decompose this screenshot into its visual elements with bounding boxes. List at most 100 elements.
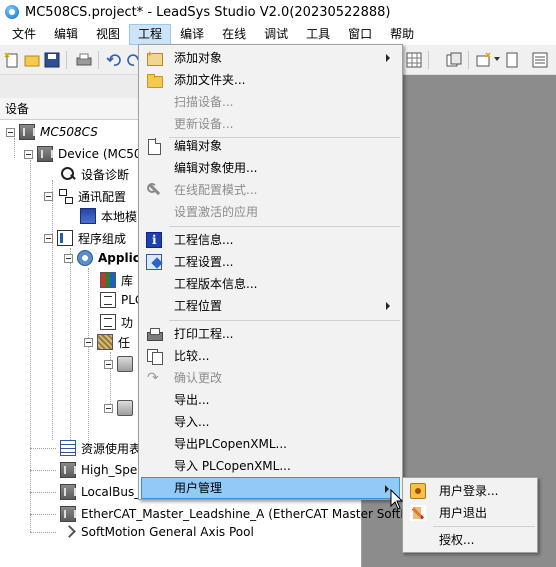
tree-item-program[interactable]: 程序组成 (44, 228, 126, 248)
tree-item-plc[interactable]: PLC (100, 290, 143, 310)
title-bar: MC508CS.project* - LeadSys Studio V2.0(2… (0, 0, 556, 24)
collapse-icon[interactable] (44, 233, 53, 243)
menu-tools[interactable]: 工具 (297, 24, 339, 45)
collapse-icon[interactable] (84, 337, 93, 347)
menu-item-user-management[interactable]: 用户管理 (141, 477, 400, 499)
collapse-icon[interactable] (64, 253, 73, 263)
task-icon (97, 334, 113, 350)
toolbar-list-icon[interactable] (532, 52, 548, 68)
tree-item-axis-pool[interactable]: SoftMotion General Axis Pool (60, 522, 254, 542)
toolbar-insert-icon[interactable] (476, 52, 492, 68)
library-icon (100, 272, 116, 288)
menu-item-add-folder[interactable]: 添加文件夹... (141, 69, 400, 91)
menu-item-online-config[interactable]: 在线配置模式... (141, 179, 400, 201)
tree-item-ethercat[interactable]: EtherCAT_Master_Leadshine_A (EtherCAT Ma… (60, 504, 418, 524)
toolbar-grid-icon[interactable] (406, 52, 422, 68)
app-logo-icon (4, 4, 20, 20)
menu-item-add-object[interactable]: 添加对象 (141, 44, 400, 69)
menu-item-project-location[interactable]: 工程位置 (141, 295, 400, 317)
menu-item-update-device[interactable]: 更新设备... (141, 113, 400, 135)
menu-help[interactable]: 帮助 (381, 24, 423, 45)
menu-item-export-plcopenxml[interactable]: 导出PLCopenXML... (141, 433, 400, 455)
stack-icon (117, 356, 133, 372)
tree-item-task-child-2[interactable] (104, 398, 138, 418)
toolbar-insert-dropdown-icon[interactable] (494, 57, 500, 61)
collapse-icon[interactable] (104, 403, 113, 413)
tree-item-task[interactable]: 任 (84, 332, 130, 352)
plc-icon (60, 462, 76, 478)
menu-item-confirm-changes[interactable]: 确认更改 (141, 367, 400, 389)
window-title: MC508CS.project* - LeadSys Studio V2.0(2… (25, 4, 391, 20)
menu-build[interactable]: 编译 (171, 24, 213, 45)
menu-file[interactable]: 文件 (3, 24, 45, 45)
edit-object-icon (146, 138, 162, 155)
toolbar-copy-icon[interactable] (446, 52, 462, 68)
menu-item-user-login[interactable]: 用户登录... (405, 480, 535, 502)
menu-item-set-active-app[interactable]: 设置激活的应用 (141, 201, 400, 223)
menu-item-edit-object-use[interactable]: 编辑对象使用... (141, 157, 400, 179)
menu-window[interactable]: 窗口 (339, 24, 381, 45)
toolbar-page-icon[interactable] (504, 52, 520, 68)
submenu-arrow-icon (386, 54, 390, 62)
menu-item-compare[interactable]: 比较... (141, 345, 400, 367)
confirm-icon (146, 367, 162, 389)
menu-project[interactable]: 工程 (129, 24, 172, 45)
save-icon[interactable] (44, 52, 60, 68)
print-icon[interactable] (76, 52, 92, 68)
menu-item-project-settings[interactable]: 工程设置... (141, 251, 400, 273)
undo-icon[interactable] (106, 52, 122, 68)
submenu-arrow-icon (386, 302, 390, 310)
menu-debug[interactable]: 调试 (255, 24, 297, 45)
menu-item-import[interactable]: 导入... (141, 411, 400, 433)
tree-item-local-module[interactable]: 本地模 (80, 206, 137, 226)
gear-icon (77, 250, 93, 266)
open-project-icon[interactable] (24, 52, 40, 68)
tree-item-resource-table[interactable]: 资源使用表 (60, 438, 141, 458)
new-project-icon[interactable] (4, 52, 20, 68)
axis-icon (60, 524, 76, 540)
menu-item-edit-object[interactable]: 编辑对象 (141, 135, 400, 157)
plc-icon (60, 484, 76, 500)
network-icon (57, 188, 73, 204)
tree-item-library[interactable]: 库 (100, 270, 133, 290)
plc-icon (37, 146, 53, 162)
tree-item-application[interactable]: Applic (64, 248, 140, 268)
menu-item-scan-devices[interactable]: 扫描设备... (141, 91, 400, 113)
tree-item-localbus[interactable]: LocalBus_M (60, 482, 151, 502)
tree-item-device[interactable]: Device (MC508) (24, 144, 154, 164)
collapse-icon[interactable] (24, 149, 33, 159)
resource-icon (60, 440, 76, 456)
stack-icon (117, 400, 133, 416)
collapse-icon[interactable] (44, 191, 53, 201)
menu-item-user-logout[interactable]: 用户退出 (405, 502, 535, 524)
folder-icon (146, 72, 163, 88)
info-icon (146, 232, 162, 248)
menu-item-authorization[interactable]: 授权... (405, 529, 535, 551)
add-object-icon (146, 44, 163, 66)
collapse-icon[interactable] (6, 127, 15, 137)
document-icon (100, 314, 116, 330)
menu-online[interactable]: 在线 (213, 24, 255, 45)
tree-item-comm-config[interactable]: 通讯配置 (44, 186, 126, 206)
collapse-icon[interactable] (104, 359, 113, 369)
menu-item-print-project[interactable]: 打印工程... (141, 323, 400, 345)
menu-edit[interactable]: 编辑 (45, 24, 87, 45)
program-icon (57, 230, 73, 246)
magnify-icon (60, 166, 76, 182)
menu-item-export[interactable]: 导出... (141, 389, 400, 411)
compare-icon (146, 348, 163, 365)
module-icon (80, 208, 96, 224)
menu-item-project-version[interactable]: 工程版本信息... (141, 273, 400, 295)
tree-item-project[interactable]: MC508CS (6, 122, 98, 142)
menu-item-project-info[interactable]: 工程信息... (141, 229, 400, 251)
tree-item-function[interactable]: 功 (100, 312, 133, 332)
settings-icon (146, 254, 162, 270)
plc-icon (60, 506, 76, 522)
tree-item-task-child-1[interactable] (104, 354, 138, 374)
menu-item-import-plcopenxml[interactable]: 导入 PLCopenXML... (141, 455, 400, 477)
wrench-icon (146, 182, 162, 198)
tree-item-diagnostics[interactable]: 设备诊断 (60, 164, 129, 184)
user-management-submenu: 用户登录... 用户退出 授权... (402, 477, 538, 553)
menu-view[interactable]: 视图 (87, 24, 129, 45)
menu-bar: 文件 编辑 视图 工程 编译 在线 调试 工具 窗口 帮助 (0, 24, 556, 45)
